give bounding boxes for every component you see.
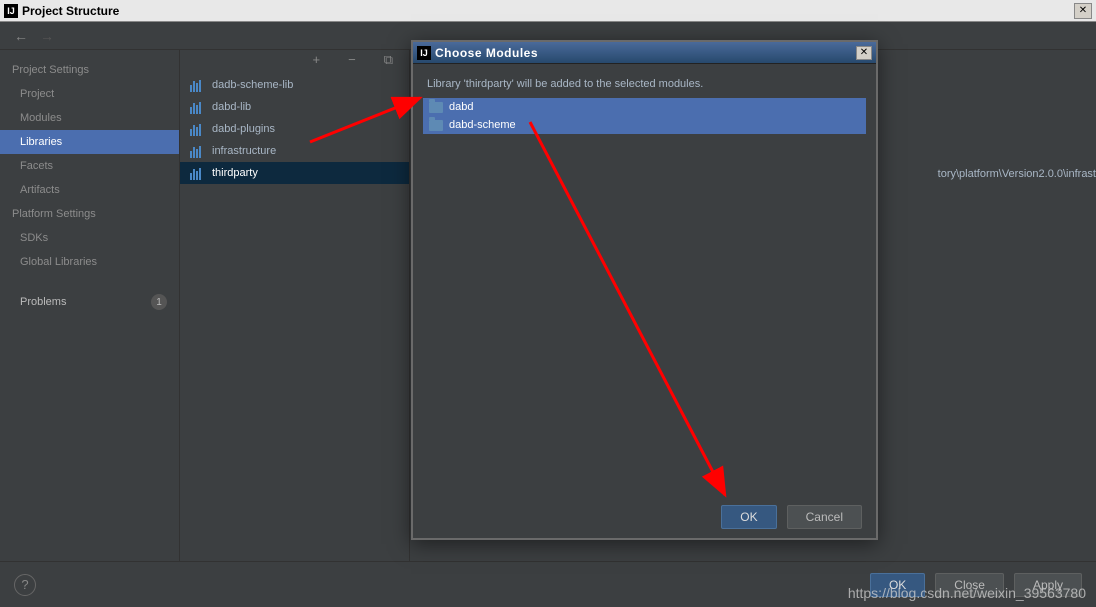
module-name: dabd-scheme: [449, 119, 516, 131]
library-name: dabd-plugins: [212, 123, 275, 135]
copy-library-icon[interactable]: ⧉: [376, 52, 401, 68]
modal-title: Choose Modules: [435, 46, 856, 60]
modal-cancel-button[interactable]: Cancel: [787, 505, 862, 529]
problems-badge: 1: [151, 294, 167, 310]
sidebar: Project Settings Project Modules Librari…: [0, 50, 180, 561]
sidebar-item-libraries[interactable]: Libraries: [0, 130, 179, 154]
library-item[interactable]: dadb-scheme-lib: [180, 74, 409, 96]
modal-body: Library 'thirdparty' will be added to th…: [413, 64, 876, 499]
sidebar-item-artifacts[interactable]: Artifacts: [0, 178, 179, 202]
library-icon: [190, 122, 206, 136]
modal-ok-button[interactable]: OK: [721, 505, 776, 529]
library-item[interactable]: dabd-plugins: [180, 118, 409, 140]
folder-icon: [429, 102, 443, 113]
folder-icon: [429, 120, 443, 131]
library-item[interactable]: infrastructure: [180, 140, 409, 162]
window-close-button[interactable]: ✕: [1074, 3, 1092, 19]
modal-titlebar: IJ Choose Modules ✕: [413, 42, 876, 64]
sidebar-item-modules[interactable]: Modules: [0, 106, 179, 130]
remove-library-icon[interactable]: −: [340, 52, 364, 68]
module-item[interactable]: dabd: [423, 98, 866, 116]
modal-message: Library 'thirdparty' will be added to th…: [423, 74, 866, 98]
library-icon: [190, 166, 206, 180]
library-name: dabd-lib: [212, 101, 251, 113]
sidebar-item-global-libraries[interactable]: Global Libraries: [0, 250, 179, 274]
watermark-text: https://blog.csdn.net/weixin_39563780: [848, 585, 1086, 601]
module-name: dabd: [449, 101, 473, 113]
library-item[interactable]: thirdparty: [180, 162, 409, 184]
library-name: infrastructure: [212, 145, 276, 157]
module-item[interactable]: dabd-scheme: [423, 116, 866, 134]
back-arrow-icon[interactable]: ←: [8, 28, 34, 44]
sidebar-heading-project: Project Settings: [0, 58, 179, 82]
problems-label: Problems: [20, 296, 66, 308]
library-icon: [190, 78, 206, 92]
window-titlebar: IJ Project Structure ✕: [0, 0, 1096, 22]
forward-arrow-icon[interactable]: →: [34, 28, 60, 44]
library-list: + − ⧉ dadb-scheme-lib dabd-lib dabd-plug…: [180, 50, 410, 561]
library-icon: [190, 100, 206, 114]
choose-modules-dialog: IJ Choose Modules ✕ Library 'thirdparty'…: [411, 40, 878, 540]
sidebar-item-sdks[interactable]: SDKs: [0, 226, 179, 250]
sidebar-item-problems[interactable]: Problems 1: [0, 288, 179, 316]
add-library-icon[interactable]: +: [305, 52, 329, 68]
window-title: Project Structure: [22, 4, 1074, 18]
library-item[interactable]: dabd-lib: [180, 96, 409, 118]
sidebar-item-facets[interactable]: Facets: [0, 154, 179, 178]
library-icon: [190, 144, 206, 158]
modal-footer: OK Cancel: [413, 499, 876, 539]
sidebar-item-project[interactable]: Project: [0, 82, 179, 106]
help-button[interactable]: ?: [14, 574, 36, 596]
app-icon: IJ: [4, 4, 18, 18]
library-name: thirdparty: [212, 167, 258, 179]
modal-close-button[interactable]: ✕: [856, 46, 872, 60]
sidebar-heading-platform: Platform Settings: [0, 202, 179, 226]
library-name: dadb-scheme-lib: [212, 79, 293, 91]
modal-app-icon: IJ: [417, 46, 431, 60]
module-list: dabd dabd-scheme: [423, 98, 866, 134]
library-path-text: tory\platform\Version2.0.0\infrast: [938, 168, 1096, 180]
